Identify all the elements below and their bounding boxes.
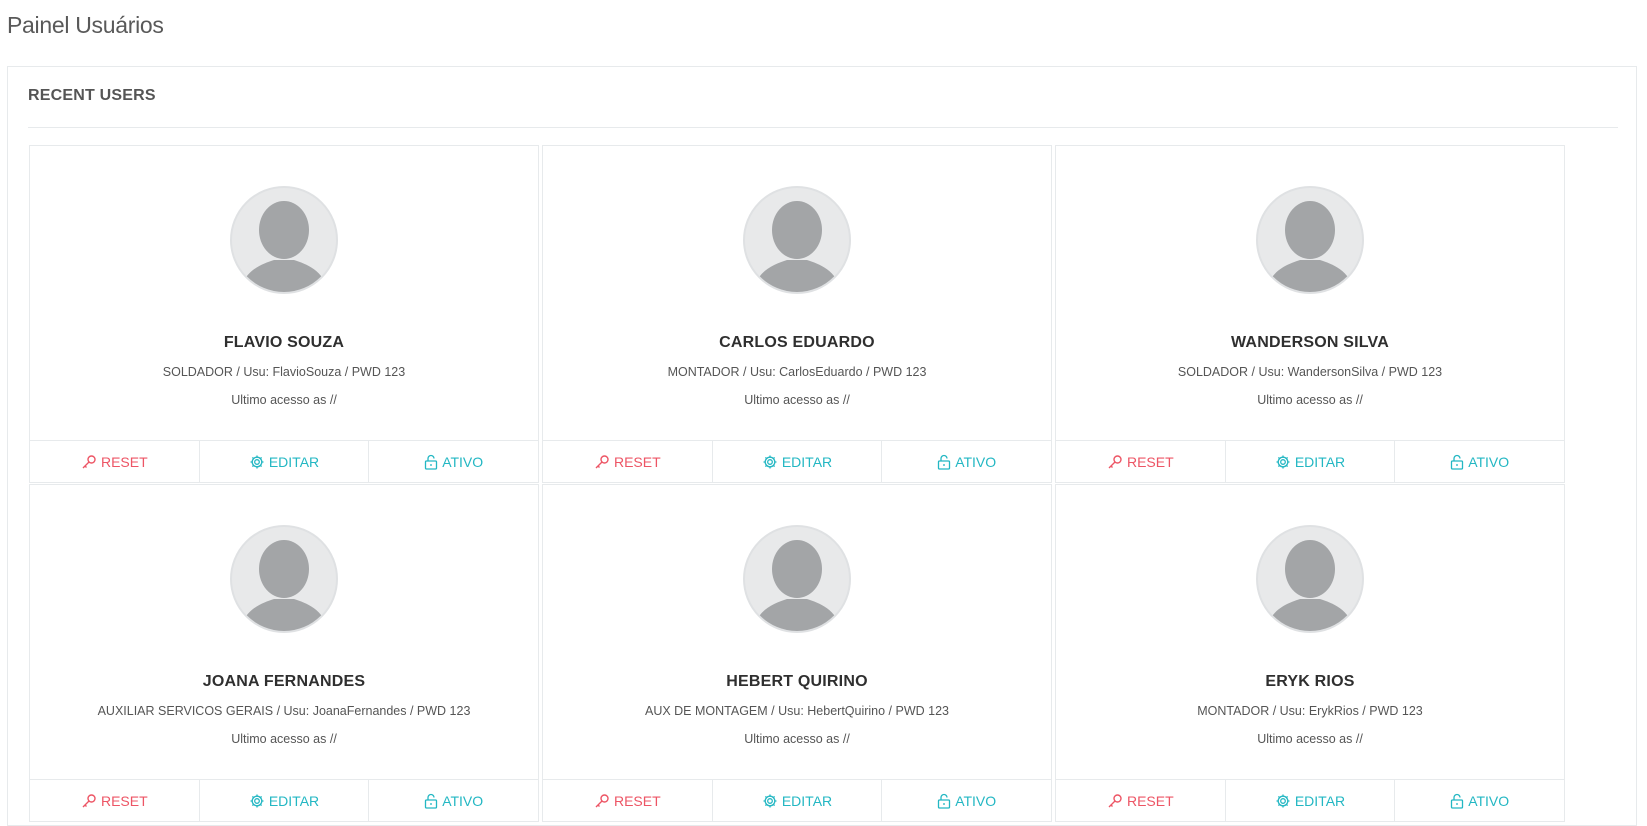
status-button[interactable]: ATIVO	[1395, 441, 1564, 483]
user-card: WANDERSON SILVA SOLDADOR / Usu: Wanderso…	[1055, 145, 1565, 483]
card-actions: RESET EDITAR ATIVO	[30, 440, 538, 483]
edit-label: EDITAR	[1294, 793, 1346, 809]
status-label: ATIVO	[442, 454, 484, 470]
unlock-icon	[424, 793, 438, 809]
key-icon	[81, 793, 97, 809]
last-access: Ultimo acesso as //	[744, 732, 850, 746]
recent-users-panel: RECENT USERS FLAVIO SOUZA SOLDADOR / Usu…	[7, 66, 1637, 826]
user-silhouette-icon	[1256, 186, 1364, 294]
card-actions: RESET EDITAR ATIVO	[1056, 779, 1564, 822]
reset-button[interactable]: RESET	[1056, 780, 1226, 822]
card-actions: RESET EDITAR ATIVO	[30, 779, 538, 822]
user-info: AUXILIAR SERVICOS GERAIS / Usu: JoanaFer…	[97, 704, 471, 718]
user-card: HEBERT QUIRINO AUX DE MONTAGEM / Usu: He…	[542, 484, 1052, 822]
reset-button[interactable]: RESET	[30, 780, 200, 822]
status-label: ATIVO	[1468, 793, 1510, 809]
panel-heading: RECENT USERS	[28, 87, 1618, 128]
user-info: SOLDADOR / Usu: FlavioSouza / PWD 123	[162, 365, 406, 379]
gear-icon	[249, 793, 265, 809]
reset-button[interactable]: RESET	[1056, 441, 1226, 483]
user-info: MONTADOR / Usu: CarlosEduardo / PWD 123	[667, 365, 927, 379]
last-access: Ultimo acesso as //	[231, 732, 337, 746]
user-info: MONTADOR / Usu: ErykRios / PWD 123	[1197, 704, 1423, 718]
unlock-icon	[1450, 793, 1464, 809]
edit-button[interactable]: EDITAR	[1226, 441, 1396, 483]
user-name: ERYK RIOS	[1265, 673, 1355, 690]
key-icon	[594, 454, 610, 470]
reset-label: RESET	[613, 454, 661, 470]
edit-button[interactable]: EDITAR	[200, 780, 370, 822]
user-card: FLAVIO SOUZA SOLDADOR / Usu: FlavioSouza…	[29, 145, 539, 483]
gear-icon	[1275, 454, 1291, 470]
edit-button[interactable]: EDITAR	[713, 441, 883, 483]
status-label: ATIVO	[1468, 454, 1510, 470]
edit-button[interactable]: EDITAR	[713, 780, 883, 822]
unlock-icon	[1450, 454, 1464, 470]
user-silhouette-icon	[743, 186, 851, 294]
user-name: JOANA FERNANDES	[202, 673, 366, 690]
status-label: ATIVO	[955, 454, 997, 470]
gear-icon	[249, 454, 265, 470]
key-icon	[1107, 454, 1123, 470]
status-button[interactable]: ATIVO	[882, 441, 1051, 483]
reset-button[interactable]: RESET	[543, 441, 713, 483]
reset-label: RESET	[1126, 454, 1174, 470]
user-silhouette-icon	[1256, 525, 1364, 633]
key-icon	[1107, 793, 1123, 809]
user-card: ERYK RIOS MONTADOR / Usu: ErykRios / PWD…	[1055, 484, 1565, 822]
reset-label: RESET	[100, 454, 148, 470]
user-silhouette-icon	[743, 525, 851, 633]
panel-title: RECENT USERS	[28, 87, 156, 104]
gear-icon	[1275, 793, 1291, 809]
edit-label: EDITAR	[1294, 454, 1346, 470]
last-access: Ultimo acesso as //	[744, 393, 850, 407]
unlock-icon	[424, 454, 438, 470]
user-name: WANDERSON SILVA	[1231, 334, 1389, 351]
key-icon	[594, 793, 610, 809]
user-info: AUX DE MONTAGEM / Usu: HebertQuirino / P…	[644, 704, 949, 718]
unlock-icon	[937, 793, 951, 809]
page-title: Painel Usuários	[7, 12, 164, 38]
card-actions: RESET EDITAR ATIVO	[1056, 440, 1564, 483]
edit-label: EDITAR	[268, 454, 320, 470]
status-button[interactable]: ATIVO	[882, 780, 1051, 822]
last-access: Ultimo acesso as //	[1257, 393, 1363, 407]
user-card: CARLOS EDUARDO MONTADOR / Usu: CarlosEdu…	[542, 145, 1052, 483]
reset-label: RESET	[100, 793, 148, 809]
reset-button[interactable]: RESET	[543, 780, 713, 822]
card-actions: RESET EDITAR ATIVO	[543, 779, 1051, 822]
last-access: Ultimo acesso as //	[1257, 732, 1363, 746]
key-icon	[81, 454, 97, 470]
gear-icon	[762, 793, 778, 809]
user-silhouette-icon	[230, 525, 338, 633]
status-button[interactable]: ATIVO	[369, 441, 538, 483]
card-actions: RESET EDITAR ATIVO	[543, 440, 1051, 483]
last-access: Ultimo acesso as //	[231, 393, 337, 407]
edit-label: EDITAR	[781, 793, 833, 809]
edit-label: EDITAR	[268, 793, 320, 809]
user-card: JOANA FERNANDES AUXILIAR SERVICOS GERAIS…	[29, 484, 539, 822]
user-name: CARLOS EDUARDO	[719, 334, 875, 351]
edit-button[interactable]: EDITAR	[1226, 780, 1396, 822]
status-button[interactable]: ATIVO	[1395, 780, 1564, 822]
status-button[interactable]: ATIVO	[369, 780, 538, 822]
reset-button[interactable]: RESET	[30, 441, 200, 483]
user-info: SOLDADOR / Usu: WandersonSilva / PWD 123	[1177, 365, 1443, 379]
unlock-icon	[937, 454, 951, 470]
status-label: ATIVO	[442, 793, 484, 809]
reset-label: RESET	[613, 793, 661, 809]
edit-button[interactable]: EDITAR	[200, 441, 370, 483]
user-name: HEBERT QUIRINO	[726, 673, 868, 690]
reset-label: RESET	[1126, 793, 1174, 809]
user-silhouette-icon	[230, 186, 338, 294]
user-name: FLAVIO SOUZA	[223, 334, 345, 351]
gear-icon	[762, 454, 778, 470]
edit-label: EDITAR	[781, 454, 833, 470]
status-label: ATIVO	[955, 793, 997, 809]
